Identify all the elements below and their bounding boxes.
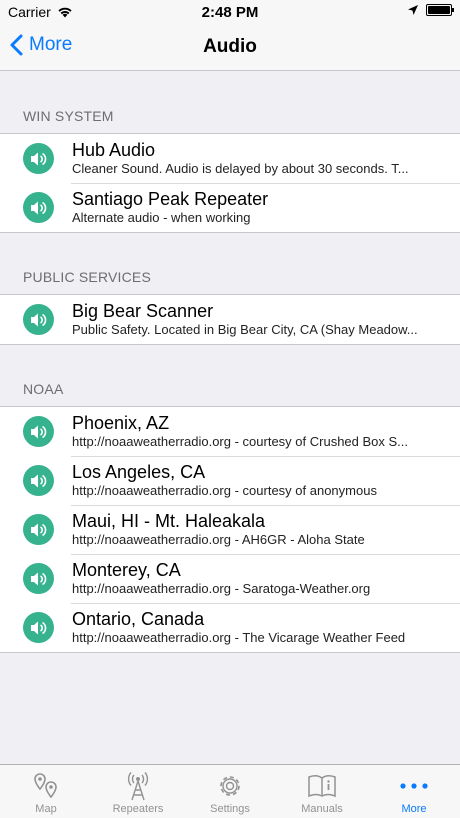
navigation-bar: More Audio xyxy=(0,24,460,71)
list-item-subtitle: Cleaner Sound. Audio is delayed by about… xyxy=(72,161,409,176)
section-noaa: Phoenix, AZ http://noaaweatherradio.org … xyxy=(0,406,460,653)
tab-more[interactable]: More xyxy=(368,765,460,818)
status-time: 2:48 PM xyxy=(201,4,259,21)
list-item-subtitle: http://noaaweatherradio.org - courtesy o… xyxy=(72,483,377,498)
tab-settings[interactable]: Settings xyxy=(184,765,276,818)
speaker-icon xyxy=(23,416,54,447)
list-item[interactable]: Los Angeles, CA http://noaaweatherradio.… xyxy=(0,456,460,505)
list-item-subtitle: http://noaaweatherradio.org - courtesy o… xyxy=(72,434,409,449)
list-item-title: Phoenix, AZ xyxy=(72,413,170,433)
list-item-subtitle: Alternate audio - when working xyxy=(72,210,251,225)
section-header-noaa: NOAA xyxy=(23,381,64,397)
list-item-title: Monterey, CA xyxy=(72,560,181,580)
list-item-title: Santiago Peak Repeater xyxy=(72,189,269,209)
battery-icon xyxy=(426,4,454,16)
speaker-icon xyxy=(23,465,54,496)
gear-icon xyxy=(220,776,240,796)
tab-repeaters[interactable]: Repeaters xyxy=(92,765,184,818)
speaker-icon xyxy=(23,514,54,545)
status-bar: Carrier 2:48 PM xyxy=(0,0,460,24)
page-title: Audio xyxy=(203,36,257,57)
tab-label: Settings xyxy=(210,803,250,815)
list-item[interactable]: Phoenix, AZ http://noaaweatherradio.org … xyxy=(0,407,460,456)
location-arrow-icon xyxy=(408,5,418,15)
tab-label: Map xyxy=(35,803,57,815)
antenna-icon xyxy=(127,772,149,801)
list-item-title: Hub Audio xyxy=(72,140,156,160)
list-item-title: Ontario, Canada xyxy=(72,609,205,629)
tab-manuals[interactable]: Manuals xyxy=(276,765,368,818)
list-item-subtitle: http://noaaweatherradio.org - Saratoga-W… xyxy=(72,581,371,596)
section-win-system: Hub Audio Cleaner Sound. Audio is delaye… xyxy=(0,133,460,233)
speaker-icon xyxy=(23,612,54,643)
section-public-services: Big Bear Scanner Public Safety. Located … xyxy=(0,294,460,345)
list-item[interactable]: Big Bear Scanner Public Safety. Located … xyxy=(0,295,460,344)
list-item-title: Los Angeles, CA xyxy=(72,462,206,482)
section-header-public-services: PUBLIC SERVICES xyxy=(23,269,152,285)
list-item[interactable]: Hub Audio Cleaner Sound. Audio is delaye… xyxy=(0,134,460,183)
tab-map[interactable]: Map xyxy=(0,765,92,818)
section-header-win-system: WIN SYSTEM xyxy=(23,108,114,124)
list-item[interactable]: Monterey, CA http://noaaweatherradio.org… xyxy=(0,554,460,603)
list-item[interactable]: Santiago Peak Repeater Alternate audio -… xyxy=(0,183,460,232)
list-item[interactable]: Maui, HI - Mt. Haleakala http://noaaweat… xyxy=(0,505,460,554)
book-icon xyxy=(308,774,336,798)
list-item-subtitle: Public Safety. Located in Big Bear City,… xyxy=(72,322,418,337)
more-dots-icon xyxy=(400,783,428,789)
list-item[interactable]: Ontario, Canada http://noaaweatherradio.… xyxy=(0,603,460,652)
speaker-icon xyxy=(23,143,54,174)
tab-label: Manuals xyxy=(301,803,343,815)
list-item-title: Big Bear Scanner xyxy=(72,301,214,321)
list-item-subtitle: http://noaaweatherradio.org - The Vicara… xyxy=(72,630,406,645)
list-item-subtitle: http://noaaweatherradio.org - AH6GR - Al… xyxy=(72,532,365,547)
speaker-icon xyxy=(23,192,54,223)
list-item-title: Maui, HI - Mt. Haleakala xyxy=(72,511,266,531)
speaker-icon xyxy=(23,563,54,594)
map-pins-icon xyxy=(34,773,57,799)
speaker-icon xyxy=(23,304,54,335)
tab-label: More xyxy=(401,803,427,815)
tab-label: Repeaters xyxy=(112,803,164,815)
tab-bar: Map Repeaters Settings Manuals More xyxy=(0,764,460,818)
audio-list: WIN SYSTEM Hub Audio Cleaner Sound. Audi… xyxy=(0,72,460,653)
